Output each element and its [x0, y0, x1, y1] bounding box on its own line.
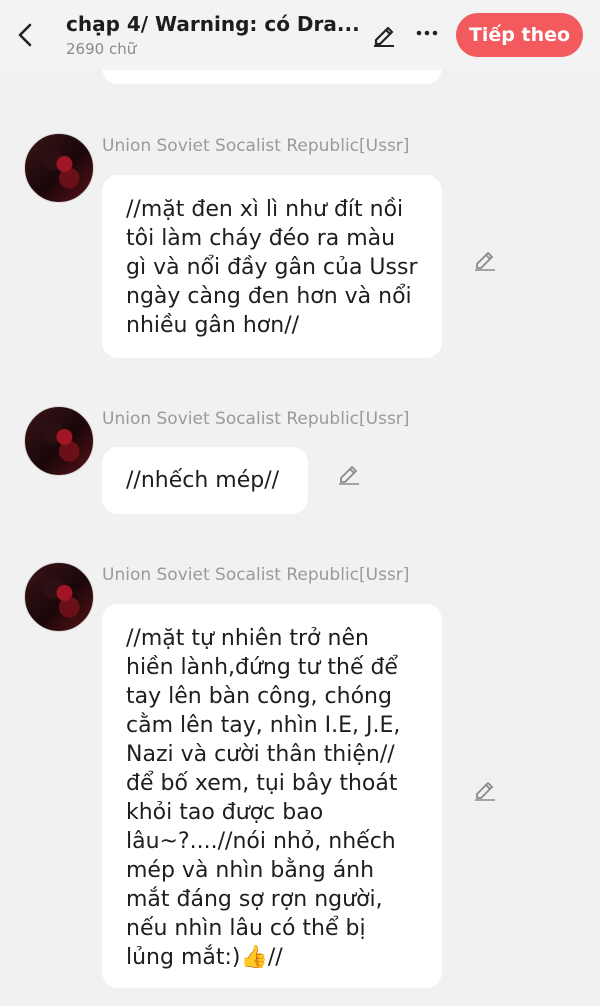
chevron-left-icon	[18, 23, 32, 47]
message-bubble: //nhếch mép//	[102, 447, 308, 514]
message-bubble: //mặt tự nhiên trở nên hiền lành,đứng tư…	[102, 604, 442, 988]
next-chapter-button[interactable]: Tiếp theo	[456, 13, 583, 57]
chapter-header: chạp 4/ Warning: có Dra... 2690 chữ	[66, 10, 366, 60]
sender-name: Union Soviet Socalist Republic[Ussr]	[102, 136, 410, 156]
chapter-title: chạp 4/ Warning: có Dra...	[66, 12, 360, 36]
pencil-icon	[475, 782, 495, 801]
more-dots-icon	[416, 30, 438, 36]
message-bubble: //mặt đen xì lì như đít nồi tôi làm cháy…	[102, 175, 442, 358]
avatar[interactable]	[24, 406, 94, 476]
avatar[interactable]	[24, 133, 94, 203]
edit-button[interactable]	[370, 20, 398, 48]
word-count: 2690 chữ	[66, 40, 137, 58]
edit-message-button[interactable]	[472, 246, 498, 272]
pencil-icon	[475, 252, 495, 271]
pencil-icon	[374, 26, 394, 47]
avatar[interactable]	[24, 562, 94, 632]
edit-message-button[interactable]	[336, 460, 362, 486]
more-button[interactable]	[413, 18, 441, 48]
sender-name: Union Soviet Socalist Republic[Ussr]	[102, 409, 410, 429]
back-button[interactable]	[12, 17, 40, 53]
pencil-icon	[339, 466, 359, 485]
sender-name: Union Soviet Socalist Republic[Ussr]	[102, 565, 410, 585]
edit-message-button[interactable]	[472, 776, 498, 802]
top-bar: chạp 4/ Warning: có Dra... 2690 chữ Tiếp…	[0, 0, 600, 70]
